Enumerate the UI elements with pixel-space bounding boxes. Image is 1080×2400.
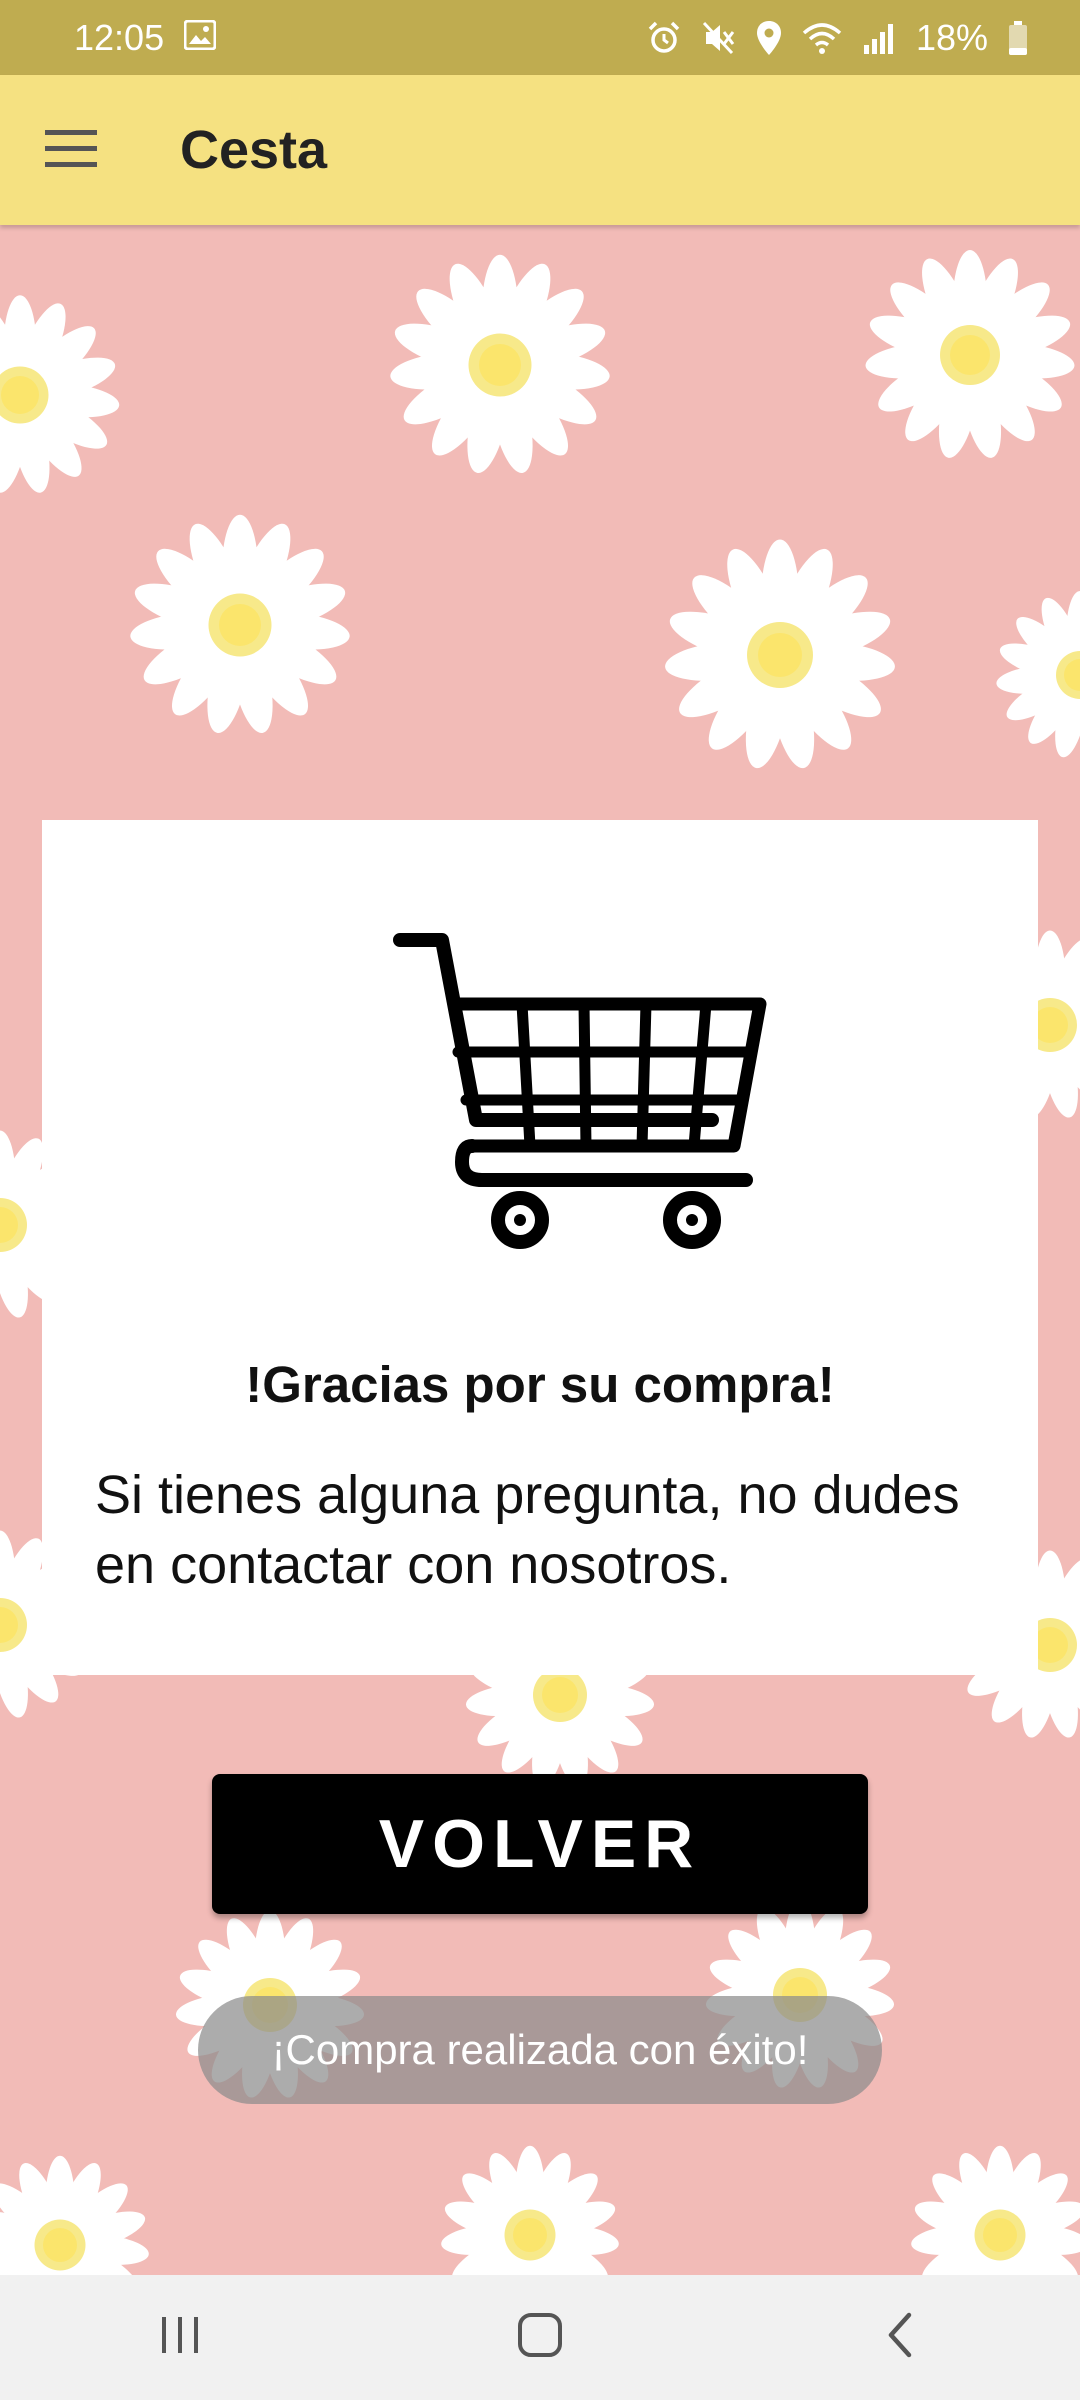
status-right: 18% <box>646 17 1028 59</box>
alarm-icon <box>646 20 682 56</box>
recents-button[interactable] <box>120 2283 240 2393</box>
status-time: 12:05 <box>74 16 165 58</box>
image-icon <box>183 17 217 59</box>
contact-message: Si tienes alguna pregunta, no dudes en c… <box>95 1465 960 1595</box>
status-bar: 12:05 18% <box>0 0 1080 75</box>
thanks-heading: !Gracias por su compra! <box>245 1356 835 1413</box>
wifi-icon <box>802 21 842 55</box>
hamburger-menu-icon <box>45 128 97 173</box>
recents-icon <box>158 2315 202 2360</box>
page-title: Cesta <box>180 120 328 180</box>
screen: 12:05 18% Cesta !Gracias por su compra! … <box>0 0 1080 2400</box>
mute-icon <box>702 20 736 56</box>
menu-button[interactable] <box>0 75 146 225</box>
status-left: 12:05 <box>74 16 217 59</box>
back-icon <box>885 2312 915 2363</box>
home-button[interactable] <box>480 2283 600 2393</box>
signal-icon <box>862 21 896 55</box>
battery-text: 18% <box>915 16 988 58</box>
success-toast: ¡Compra realizada con éxito! <box>198 1996 882 2104</box>
back-button[interactable] <box>840 2283 960 2393</box>
app-bar: Cesta <box>0 75 1080 225</box>
home-icon <box>517 2312 563 2363</box>
shopping-cart-icon <box>392 930 772 1255</box>
battery-icon <box>1008 20 1028 56</box>
system-nav-bar <box>0 2275 1080 2400</box>
confirmation-card: !Gracias por su compra! Si tienes alguna… <box>42 820 1038 1675</box>
volver-button[interactable]: VOLVER <box>212 1774 868 1914</box>
location-icon <box>756 20 782 56</box>
